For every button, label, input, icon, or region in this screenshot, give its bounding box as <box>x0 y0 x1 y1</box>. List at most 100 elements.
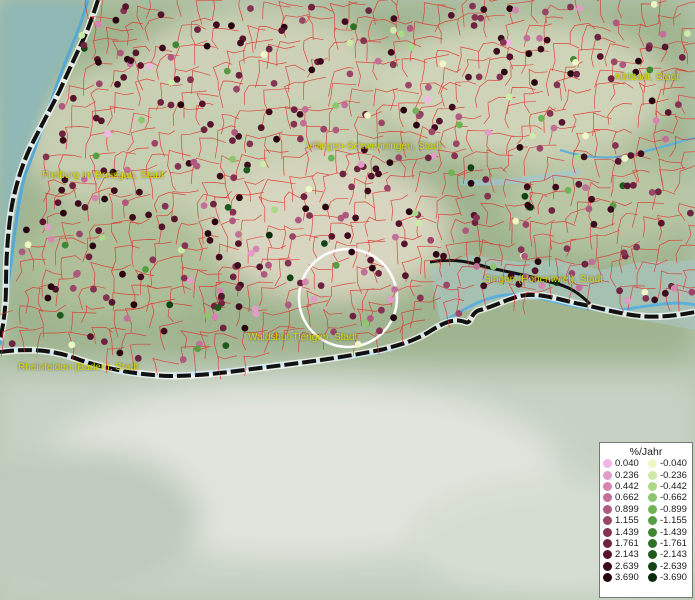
data-point[interactable] <box>652 117 660 124</box>
data-point[interactable] <box>387 49 395 56</box>
data-point[interactable] <box>616 287 623 295</box>
data-point[interactable] <box>469 2 476 10</box>
data-point[interactable] <box>8 340 16 348</box>
data-point[interactable] <box>233 85 240 93</box>
data-point[interactable] <box>610 58 618 66</box>
data-point[interactable] <box>95 80 103 88</box>
data-point[interactable] <box>633 243 640 251</box>
data-point[interactable] <box>505 93 513 101</box>
data-point[interactable] <box>231 128 239 136</box>
data-point[interactable] <box>92 152 100 160</box>
data-point[interactable] <box>374 57 382 65</box>
data-point[interactable] <box>317 58 324 65</box>
data-point[interactable] <box>76 230 83 238</box>
data-point[interactable] <box>190 158 198 166</box>
data-point[interactable] <box>470 22 478 29</box>
data-point[interactable] <box>621 154 629 162</box>
data-point[interactable] <box>210 200 217 208</box>
data-point[interactable] <box>651 296 659 304</box>
data-point[interactable] <box>56 311 64 319</box>
data-point[interactable] <box>594 33 602 41</box>
data-point[interactable] <box>512 6 519 14</box>
data-point[interactable] <box>572 59 579 66</box>
data-point[interactable] <box>181 242 189 250</box>
data-point[interactable] <box>536 144 544 152</box>
data-point[interactable] <box>662 135 669 143</box>
data-point[interactable] <box>543 36 551 44</box>
data-point[interactable] <box>211 313 219 321</box>
data-point[interactable] <box>108 298 116 306</box>
data-point[interactable] <box>482 176 490 183</box>
data-point[interactable] <box>590 220 598 228</box>
map-view[interactable]: Albstadt, Stadt Villingen-Schwenningen, … <box>0 0 695 600</box>
data-point[interactable] <box>447 12 455 19</box>
data-point[interactable] <box>538 114 545 122</box>
data-point[interactable] <box>612 19 620 27</box>
data-point[interactable] <box>635 57 642 65</box>
data-point[interactable] <box>265 108 273 116</box>
data-point[interactable] <box>629 181 637 189</box>
data-point[interactable] <box>320 125 328 133</box>
data-point[interactable] <box>558 119 566 126</box>
data-point[interactable] <box>224 204 232 211</box>
data-point[interactable] <box>228 22 235 30</box>
data-point[interactable] <box>265 231 273 239</box>
data-point[interactable] <box>563 245 571 253</box>
data-point[interactable] <box>542 8 549 16</box>
data-point[interactable] <box>101 338 108 345</box>
data-point[interactable] <box>349 312 357 320</box>
data-point[interactable] <box>167 54 175 61</box>
data-point[interactable] <box>295 216 302 224</box>
data-point[interactable] <box>260 271 268 278</box>
data-point[interactable] <box>642 295 650 302</box>
data-point[interactable] <box>499 39 507 46</box>
data-point[interactable] <box>235 240 242 248</box>
data-point[interactable] <box>80 41 88 49</box>
data-point[interactable] <box>259 160 267 168</box>
data-point[interactable] <box>523 183 531 191</box>
data-point[interactable] <box>376 327 383 335</box>
data-point[interactable] <box>378 306 385 314</box>
data-point[interactable] <box>378 119 385 127</box>
data-point[interactable] <box>219 324 227 332</box>
data-point[interactable] <box>289 233 296 240</box>
data-point[interactable] <box>341 101 348 109</box>
data-point[interactable] <box>473 214 480 222</box>
data-point[interactable] <box>23 226 30 234</box>
data-point[interactable] <box>473 256 481 264</box>
data-point[interactable] <box>229 273 237 281</box>
data-point[interactable] <box>61 241 69 249</box>
data-point[interactable] <box>364 112 371 119</box>
data-point[interactable] <box>297 135 304 143</box>
data-point[interactable] <box>59 136 67 144</box>
data-point[interactable] <box>110 187 118 195</box>
data-point[interactable] <box>229 137 236 145</box>
data-point[interactable] <box>624 297 631 305</box>
data-point[interactable] <box>127 57 135 64</box>
data-point[interactable] <box>387 296 394 304</box>
data-point[interactable] <box>391 286 399 293</box>
data-point[interactable] <box>341 18 349 25</box>
data-point[interactable] <box>573 70 580 78</box>
data-point[interactable] <box>496 73 504 81</box>
data-point[interactable] <box>415 219 423 227</box>
data-point[interactable] <box>69 94 77 102</box>
data-point[interactable] <box>531 79 538 86</box>
data-point[interactable] <box>137 273 145 281</box>
data-point[interactable] <box>401 240 408 248</box>
data-point[interactable] <box>216 172 224 180</box>
data-point[interactable] <box>120 74 128 81</box>
data-point[interactable] <box>116 349 124 357</box>
data-point[interactable] <box>576 4 584 12</box>
data-point[interactable] <box>360 37 367 45</box>
data-point[interactable] <box>332 126 340 134</box>
data-point[interactable] <box>440 252 447 260</box>
data-point[interactable] <box>299 17 306 24</box>
data-point[interactable] <box>607 206 615 213</box>
data-point[interactable] <box>230 174 238 182</box>
data-point[interactable] <box>177 101 185 109</box>
data-point[interactable] <box>465 73 472 81</box>
data-point[interactable] <box>44 223 52 231</box>
data-point[interactable] <box>204 312 212 320</box>
data-point[interactable] <box>553 81 561 89</box>
